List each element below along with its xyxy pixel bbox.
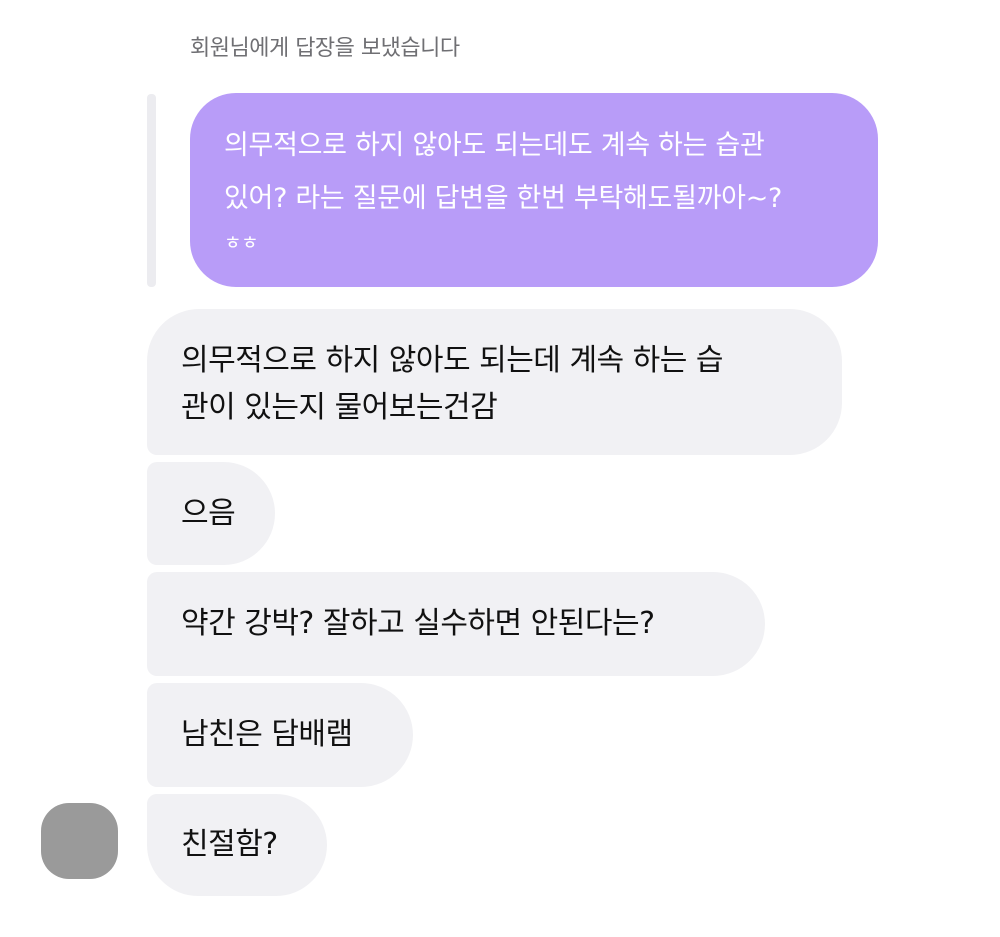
quoted-sent-message[interactable]: 의무적으로 하지 않아도 되는데도 계속 하는 습관 있어? 라는 질문에 답변… [190, 93, 878, 287]
message-text-line: 남친은 담배램 [181, 717, 353, 752]
quoted-message-line: 있어? 라는 질문에 답변을 한번 부탁해도될까아~? [224, 183, 783, 214]
sender-avatar[interactable] [41, 803, 118, 879]
message-text-line: 으음 [181, 496, 236, 531]
received-message[interactable]: 으음 [147, 462, 275, 565]
received-message[interactable]: 의무적으로 하지 않아도 되는데 계속 하는 습 관이 있는지 물어보는건감 [147, 309, 842, 455]
reply-notice: 회원님에게 답장을 보냈습니다 [190, 36, 460, 61]
quoted-message-line: 의무적으로 하지 않아도 되는데도 계속 하는 습관 [224, 130, 765, 161]
message-text-line: 의무적으로 하지 않아도 되는데 계속 하는 습 [181, 343, 724, 378]
received-message[interactable]: 남친은 담배램 [147, 683, 413, 787]
quoted-message-line: ㅎㅎ [224, 232, 259, 254]
received-message[interactable]: 약간 강박? 잘하고 실수하면 안된다는? [147, 572, 765, 676]
reply-quote-bar [147, 94, 156, 287]
message-text-line: 친절함? [181, 827, 278, 862]
received-message[interactable]: 친절함? [147, 794, 327, 896]
message-text-line: 관이 있는지 물어보는건감 [181, 390, 498, 425]
message-text-line: 약간 강박? 잘하고 실수하면 안된다는? [181, 606, 655, 641]
